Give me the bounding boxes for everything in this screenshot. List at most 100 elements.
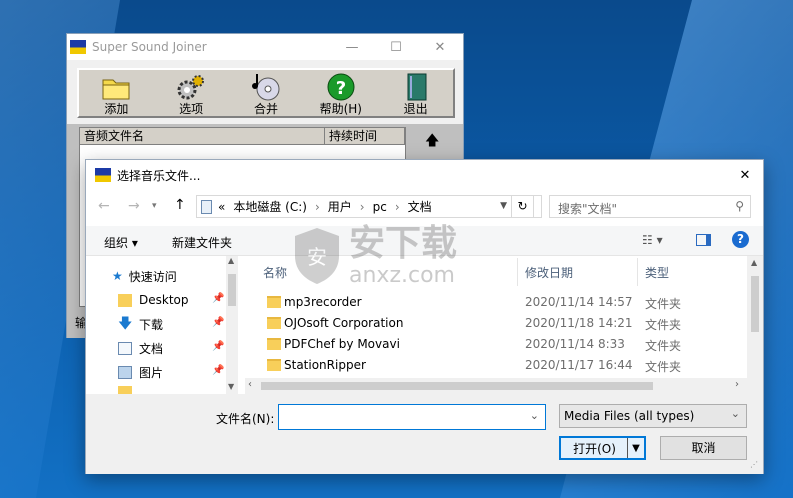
filename-input[interactable]: ⌄ — [278, 404, 546, 430]
folder-icon — [102, 79, 130, 100]
view-options-icon[interactable]: ☷ ▾ — [642, 233, 663, 247]
navigation-bar: ← → ▾ ↑ « 本地磁盘 (C:) › 用户 › pc › 文档 ▼ ↻ 搜… — [86, 190, 763, 226]
quick-access-item[interactable]: ★ 快速访问 — [112, 266, 177, 286]
forward-arrow-icon[interactable]: → — [128, 198, 140, 214]
column-filename[interactable]: 音频文件名 — [80, 128, 325, 144]
file-list-vscrollbar[interactable]: ▲ — [747, 256, 763, 378]
nav-item-pictures[interactable]: 图片 — [118, 362, 163, 382]
move-up-arrow-icon[interactable]: 🡅 — [425, 130, 439, 154]
file-row[interactable]: StationRipper 2020/11/17 16:44 文件夹 — [245, 355, 747, 376]
file-row[interactable]: mp3recorder 2020/11/14 14:57 文件夹 — [245, 292, 747, 313]
cancel-button[interactable]: 取消 — [660, 436, 747, 460]
file-type-select[interactable]: Media Files (all types) ⌄ — [559, 404, 747, 428]
scrollbar-thumb[interactable] — [228, 274, 236, 306]
svg-text:安: 安 — [307, 245, 327, 269]
column-duration[interactable]: 持续时间 — [325, 128, 405, 144]
file-row[interactable]: PDFChef by Movavi 2020/11/14 8:33 文件夹 — [245, 334, 747, 355]
exit-button[interactable]: 退出 — [385, 70, 447, 116]
scrollbar-thumb[interactable] — [261, 382, 653, 390]
toolbar: 添加 选项 合并 ? 帮助(H) 退出 — [77, 68, 455, 118]
maximize-button[interactable]: ☐ — [373, 34, 419, 60]
open-dropdown-icon[interactable]: ▼ — [627, 438, 644, 458]
file-list-hscrollbar[interactable]: ‹ › — [245, 378, 763, 394]
nav-item-documents[interactable]: 文档 — [118, 338, 163, 358]
address-bar[interactable]: « 本地磁盘 (C:) › 用户 › pc › 文档 ▼ ↻ — [196, 195, 542, 218]
resize-grip-icon[interactable]: ⋰ — [750, 460, 758, 469]
cd-music-icon — [251, 74, 280, 101]
back-arrow-icon[interactable]: ← — [98, 198, 110, 214]
svg-text:?: ? — [336, 78, 346, 99]
scroll-right-icon[interactable]: › — [735, 379, 739, 390]
quick-access-label: 快速访问 — [128, 269, 177, 284]
breadcrumb-separator: › — [359, 199, 365, 214]
merge-button[interactable]: 合并 — [235, 70, 297, 116]
help-button[interactable]: ? 帮助(H) — [310, 70, 372, 116]
folder-icon — [267, 317, 281, 329]
breadcrumb-drive[interactable]: 本地磁盘 (C:) — [233, 198, 307, 215]
dialog-title: 选择音乐文件... — [117, 168, 201, 183]
navigation-pane: ★ 快速访问 Desktop 🡇 下载 文档 图片 📌 📌 📌 📌 ▲ ▼ — [86, 256, 238, 394]
scrollbar-thumb[interactable] — [751, 276, 759, 332]
star-icon: ★ — [112, 269, 123, 283]
scroll-up-icon[interactable]: ▲ — [751, 258, 757, 267]
file-type-value: Media Files (all types) — [564, 409, 695, 423]
nav-label: Desktop — [139, 293, 189, 307]
folder-icon — [118, 386, 132, 394]
document-icon — [118, 341, 132, 355]
help-label: 帮助(H) — [319, 102, 362, 116]
nav-label: 图片 — [139, 365, 164, 380]
add-button[interactable]: 添加 — [85, 70, 147, 116]
breadcrumb-pc[interactable]: pc — [373, 200, 387, 214]
chevron-down-icon[interactable]: ⌄ — [530, 409, 539, 422]
scroll-up-icon[interactable]: ▲ — [228, 256, 234, 265]
watermark-cn: 安下载 — [349, 223, 458, 264]
recent-chevron-icon[interactable]: ▾ — [152, 201, 157, 211]
options-button[interactable]: 选项 — [160, 70, 222, 116]
watermark-shield-icon: 安 — [295, 228, 339, 284]
pin-icon[interactable]: 📌 — [212, 365, 224, 376]
help-icon[interactable]: ? — [732, 231, 749, 248]
window-title: Super Sound Joiner — [92, 40, 207, 54]
folder-icon — [267, 338, 281, 350]
file-type: 文件夹 — [645, 339, 682, 353]
pin-icon[interactable]: 📌 — [212, 341, 224, 352]
nav-item-downloads[interactable]: 🡇 下载 — [118, 314, 163, 334]
pin-icon[interactable]: 📌 — [212, 293, 224, 304]
app-logo-icon — [70, 40, 86, 54]
minimize-button[interactable]: — — [329, 34, 375, 60]
preview-pane-icon[interactable] — [696, 234, 711, 246]
gears-icon — [177, 75, 205, 100]
up-arrow-icon[interactable]: ↑ — [174, 197, 186, 213]
title-bar: Super Sound Joiner — ☐ ✕ — [67, 34, 463, 60]
watermark-en: anxz.com — [349, 263, 455, 288]
nav-scrollbar[interactable]: ▲ ▼ — [226, 256, 238, 394]
file-name: StationRipper — [284, 358, 366, 372]
column-name[interactable]: 名称 — [263, 264, 287, 281]
refresh-icon[interactable]: ↻ — [511, 195, 534, 218]
column-type[interactable]: 类型 — [645, 264, 669, 281]
address-dropdown-icon[interactable]: ▼ — [500, 201, 507, 211]
exit-label: 退出 — [403, 102, 428, 116]
breadcrumb-overflow[interactable]: « — [218, 200, 225, 214]
nav-item-desktop[interactable]: Desktop — [118, 290, 189, 310]
filename-label: 文件名(N): — [216, 412, 275, 426]
breadcrumb-documents[interactable]: 文档 — [408, 198, 432, 215]
breadcrumb-separator: › — [394, 199, 400, 214]
organize-menu[interactable]: 组织 ▾ — [104, 234, 138, 251]
dialog-footer: 文件名(N): ⌄ Media Files (all types) ⌄ 打开(O… — [86, 394, 763, 474]
close-button[interactable]: ✕ — [417, 34, 463, 60]
dialog-body: ★ 快速访问 Desktop 🡇 下载 文档 图片 📌 📌 📌 📌 ▲ ▼ 名称 修… — [86, 224, 763, 394]
file-row[interactable]: OJOsoft Corporation 2020/11/18 14:21 文件夹 — [245, 313, 747, 334]
new-folder-button[interactable]: 新建文件夹 — [172, 234, 232, 251]
file-type: 文件夹 — [645, 360, 682, 374]
search-box[interactable]: 搜索"文档" ⚲ — [549, 195, 751, 218]
pin-icon[interactable]: 📌 — [212, 317, 224, 328]
dialog-close-button[interactable]: ✕ — [726, 162, 764, 188]
column-date[interactable]: 修改日期 — [525, 264, 573, 281]
picture-icon — [118, 365, 132, 379]
scroll-left-icon[interactable]: ‹ — [248, 379, 252, 390]
open-button[interactable]: 打开(O) ▼ — [559, 436, 646, 460]
open-label: 打开(O) — [573, 442, 616, 456]
scroll-down-icon[interactable]: ▼ — [228, 382, 234, 391]
breadcrumb-users[interactable]: 用户 — [328, 198, 352, 215]
